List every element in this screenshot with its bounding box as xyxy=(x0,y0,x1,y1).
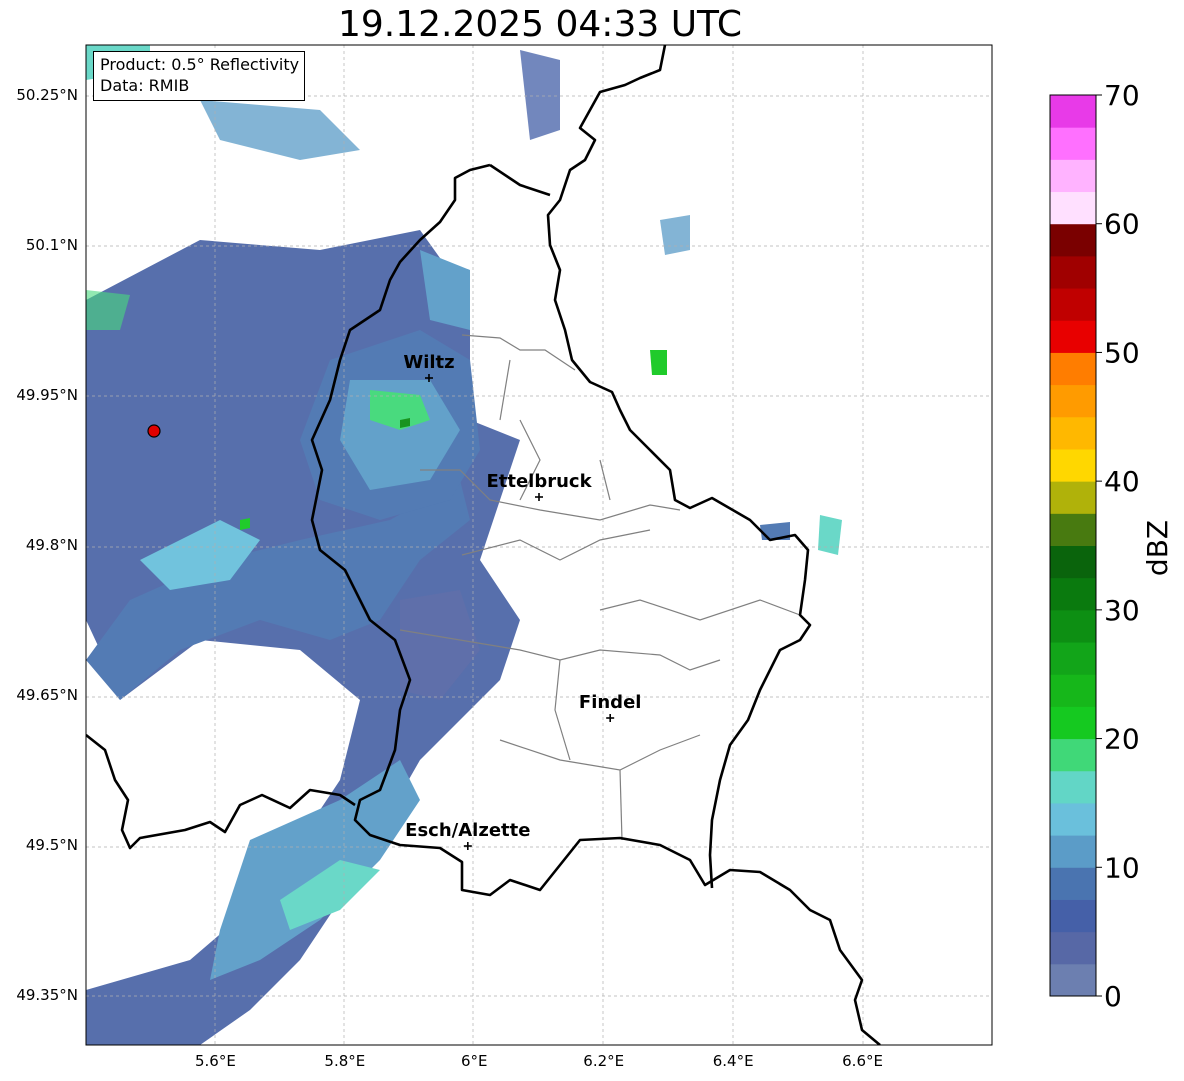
colorbar-segment xyxy=(1050,770,1096,804)
colorbar-segment xyxy=(1050,255,1096,289)
colorbar-segment xyxy=(1050,642,1096,675)
colorbar-segment xyxy=(1050,288,1096,321)
colorbar-segment xyxy=(1050,416,1096,450)
info-data-source: Data: RMIB xyxy=(100,76,190,95)
colorbar-segment xyxy=(1050,802,1096,836)
lon-tick-label: 6.6°E xyxy=(842,1052,883,1070)
colorbar-segment xyxy=(1050,577,1096,611)
colorbar-segment xyxy=(1050,384,1096,418)
colorbar-tick-label: 60 xyxy=(1104,208,1140,241)
lon-tick-label: 6°E xyxy=(461,1052,488,1070)
colorbar-segment xyxy=(1050,320,1096,353)
reflectivity-echoes xyxy=(86,45,842,1045)
lat-tick-label: 49.5°N xyxy=(26,836,78,854)
colorbar-tick-label: 20 xyxy=(1104,723,1140,756)
city-label: Findel xyxy=(579,692,642,713)
colorbar-segment xyxy=(1050,867,1096,900)
lat-tick-label: 50.25°N xyxy=(16,86,78,104)
colorbar-segment xyxy=(1050,738,1096,772)
city-label: Wiltz xyxy=(403,352,454,373)
lon-tick-label: 6.4°E xyxy=(713,1052,754,1070)
lat-tick-label: 49.95°N xyxy=(16,386,78,404)
info-box: Product: 0.5° Reflectivity Data: RMIB xyxy=(93,51,306,101)
colorbar-segment xyxy=(1050,448,1096,482)
city-label: Ettelbruck xyxy=(486,471,592,492)
colorbar-tick-label: 30 xyxy=(1104,594,1140,627)
lon-tick-label: 6.2°E xyxy=(583,1052,624,1070)
colorbar-segment xyxy=(1050,609,1096,643)
colorbar-segment xyxy=(1050,513,1096,546)
colorbar-segment xyxy=(1050,223,1096,257)
colorbar-segment xyxy=(1050,931,1096,965)
latitude-axis: 50.25°N 50.1°N 49.95°N 49.8°N 49.65°N 49.5°N 4… xyxy=(16,86,78,1004)
colorbar-segment xyxy=(1050,674,1096,707)
lon-tick-label: 5.6°E xyxy=(195,1052,236,1070)
radar-map: Wiltz Ettelbruck Findel Esch/Alzette 50.25°… xyxy=(16,44,1174,1070)
colorbar-segment xyxy=(1050,95,1096,128)
longitude-axis: 5.6°E 5.8°E 6°E 6.2°E 6.4°E 6.6°E xyxy=(195,1052,883,1070)
colorbar-segment xyxy=(1050,835,1096,868)
colorbar-tick-label: 70 xyxy=(1104,79,1140,112)
colorbar-tick-label: 0 xyxy=(1104,980,1122,1013)
city-label: Esch/Alzette xyxy=(405,820,530,841)
colorbar-segment xyxy=(1050,963,1096,997)
info-product: Product: 0.5° Reflectivity xyxy=(100,55,300,74)
colorbar-segment xyxy=(1050,545,1096,579)
colorbar-tick-label: 10 xyxy=(1104,851,1140,884)
colorbar-segment xyxy=(1050,706,1096,740)
colorbar-segment xyxy=(1050,159,1096,193)
lon-tick-label: 5.8°E xyxy=(324,1052,365,1070)
colorbar-segment xyxy=(1050,191,1096,225)
lat-tick-label: 49.35°N xyxy=(16,986,78,1004)
colorbar-segment xyxy=(1050,352,1096,386)
lat-tick-label: 50.1°N xyxy=(26,236,78,254)
colorbar-tick-label: 50 xyxy=(1104,336,1140,369)
colorbar-segment xyxy=(1050,899,1096,933)
colorbar-tick-label: 40 xyxy=(1104,465,1140,498)
colorbar-segment xyxy=(1050,481,1096,514)
radar-site-marker xyxy=(147,424,161,438)
lat-tick-label: 49.65°N xyxy=(16,686,78,704)
lat-tick-label: 49.8°N xyxy=(26,536,78,554)
colorbar: 0 10 20 30 40 50 60 70 xyxy=(1049,79,1140,1013)
colorbar-segment xyxy=(1050,127,1096,160)
colorbar-label: dBZ xyxy=(1141,520,1174,576)
